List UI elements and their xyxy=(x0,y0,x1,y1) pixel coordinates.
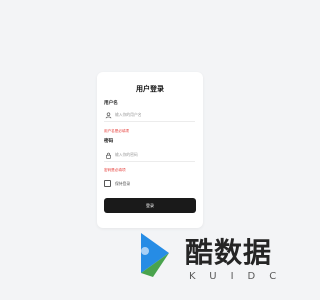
login-card: 用户登录 用户名 输入你的用户名 用户名是必填项 密码 输入你的密码 密码是必填… xyxy=(97,72,203,228)
password-field[interactable]: 输入你的密码 xyxy=(104,149,195,162)
watermark-logo: 酷数据 KUIDC xyxy=(131,225,291,293)
remember-checkbox[interactable] xyxy=(104,180,111,187)
password-error: 密码是必填项 xyxy=(104,168,126,172)
password-placeholder: 输入你的密码 xyxy=(115,152,138,157)
username-label: 用户名 xyxy=(104,101,118,106)
play-logo-icon xyxy=(141,233,169,277)
remember-label: 保持登录 xyxy=(115,180,131,186)
watermark-subtext: KUIDC xyxy=(189,271,291,282)
page-title: 用户登录 xyxy=(136,85,164,93)
remember-me[interactable]: 保持登录 xyxy=(104,180,130,187)
login-button[interactable]: 登录 xyxy=(104,198,196,213)
user-icon xyxy=(104,111,112,119)
username-error: 用户名是必填项 xyxy=(104,129,130,133)
username-field[interactable]: 输入你的用户名 xyxy=(104,109,195,122)
watermark-text: 酷数据 xyxy=(185,236,273,269)
lock-icon xyxy=(104,151,112,159)
username-placeholder: 输入你的用户名 xyxy=(115,112,142,117)
password-label: 密码 xyxy=(104,139,114,144)
